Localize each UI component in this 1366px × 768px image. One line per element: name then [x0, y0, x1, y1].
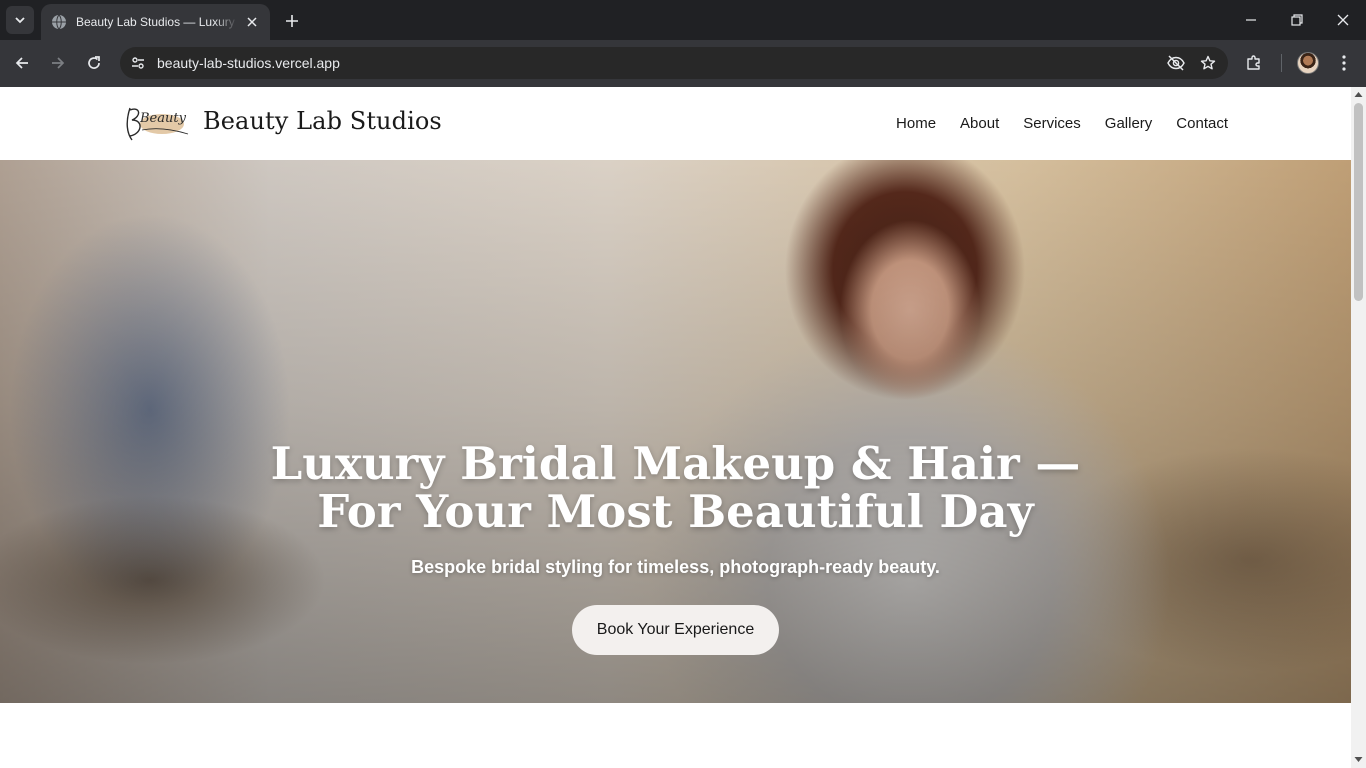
profile-avatar[interactable] — [1297, 52, 1319, 74]
arrow-right-icon — [52, 57, 65, 69]
hero-title-line-1: Luxury Bridal Makeup & Hair — — [270, 437, 1081, 490]
close-icon — [1337, 14, 1349, 26]
nav-contact[interactable]: Contact — [1176, 115, 1228, 132]
bookmark-button[interactable] — [1196, 51, 1220, 75]
hero-title: Luxury Bridal Makeup & Hair — For Your M… — [0, 440, 1351, 536]
minimize-icon — [1246, 19, 1256, 21]
page-scrollbar[interactable] — [1351, 87, 1366, 768]
url-text: beauty-lab-studios.vercel.app — [157, 55, 340, 71]
logo-text: Beauty — [139, 111, 187, 126]
book-experience-button[interactable]: Book Your Experience — [572, 605, 779, 655]
nav-services[interactable]: Services — [1023, 115, 1081, 132]
site-header: Beauty Beauty Lab Studios Home About Ser… — [0, 87, 1351, 160]
browser-menu-button[interactable] — [1331, 50, 1357, 76]
minimize-button[interactable] — [1239, 8, 1263, 32]
hero-title-line-2: For Your Most Beautiful Day — [317, 485, 1034, 538]
close-window-button[interactable] — [1331, 8, 1355, 32]
reload-icon — [88, 56, 100, 69]
brand-name[interactable]: Beauty Lab Studios — [203, 107, 442, 135]
restore-button[interactable] — [1285, 8, 1309, 32]
brand-logo[interactable]: Beauty — [122, 100, 192, 144]
globe-icon — [52, 14, 66, 30]
restore-icon — [1291, 14, 1303, 26]
tab-close-button[interactable] — [244, 14, 260, 30]
nav-gallery[interactable]: Gallery — [1105, 115, 1153, 132]
site-info-button[interactable] — [127, 52, 149, 74]
nav-about[interactable]: About — [960, 115, 999, 132]
page-viewport: Beauty Beauty Lab Studios Home About Ser… — [0, 87, 1351, 768]
forward-button[interactable] — [45, 50, 71, 76]
scrollbar-thumb[interactable] — [1354, 103, 1363, 301]
reload-button[interactable] — [81, 50, 107, 76]
chevron-down-icon — [15, 17, 25, 24]
tab-title: Beauty Lab Studios — Luxury Bridal Makeu… — [76, 15, 238, 29]
nav-home[interactable]: Home — [896, 115, 936, 132]
extensions-button[interactable] — [1241, 50, 1267, 76]
arrow-left-icon — [15, 57, 28, 69]
back-button[interactable] — [9, 50, 35, 76]
star-icon — [1200, 55, 1216, 70]
puzzle-icon — [1247, 55, 1260, 70]
close-icon — [247, 17, 257, 27]
toolbar-divider — [1281, 54, 1282, 72]
scroll-down-arrow-icon[interactable] — [1354, 755, 1363, 764]
main-nav: Home About Services Gallery Contact — [896, 115, 1228, 132]
hero-subtitle: Bespoke bridal styling for timeless, pho… — [411, 557, 940, 577]
tune-icon — [132, 57, 144, 69]
browser-tab-active[interactable]: Beauty Lab Studios — Luxury Bridal Makeu… — [41, 4, 270, 40]
browser-tab-strip: Beauty Lab Studios — Luxury Bridal Makeu… — [0, 0, 1366, 40]
tab-search-button[interactable] — [6, 6, 34, 34]
scroll-up-arrow-icon[interactable] — [1354, 90, 1363, 99]
eye-off-icon — [1167, 55, 1185, 71]
new-tab-button[interactable] — [281, 10, 303, 32]
more-vertical-icon — [1342, 55, 1346, 71]
plus-icon — [286, 15, 298, 27]
tracking-protection-button[interactable] — [1164, 51, 1188, 75]
hero-section: Luxury Bridal Makeup & Hair — For Your M… — [0, 160, 1351, 703]
address-bar[interactable]: beauty-lab-studios.vercel.app — [120, 47, 1228, 79]
